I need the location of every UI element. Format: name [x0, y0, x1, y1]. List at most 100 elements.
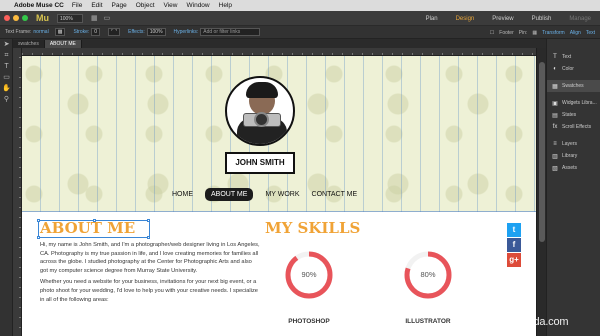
twitter-icon[interactable]: t — [507, 223, 521, 237]
nav-home[interactable]: HOME — [172, 191, 193, 198]
opacity-field[interactable]: 100% — [146, 28, 166, 36]
mode-publish[interactable]: Publish — [523, 16, 561, 22]
layout-icon[interactable]: ▭ — [104, 14, 111, 22]
about-heading[interactable]: ABOUT ME — [40, 219, 135, 237]
tab-swatches[interactable]: swatches — [13, 40, 45, 48]
resize-handle[interactable] — [147, 219, 150, 222]
corner-radius-field[interactable]: ⌜ ⌝ — [108, 28, 121, 36]
tab-about-me[interactable]: ABOUT ME — [44, 40, 82, 48]
profile-photo[interactable] — [225, 76, 295, 146]
vertical-ruler[interactable] — [13, 48, 22, 336]
close-window-button[interactable] — [4, 15, 10, 21]
app-bar: Mu 100% ▦ ▭ Plan Design Preview Publish … — [0, 11, 600, 26]
text-tool-icon[interactable]: T — [0, 61, 13, 72]
maximize-window-button[interactable] — [22, 15, 28, 21]
header-section: JOHN SMITH HOME ABOUT ME MY WORK CONTACT… — [22, 56, 536, 211]
menu-page[interactable]: Page — [112, 2, 127, 9]
minimize-window-button[interactable] — [13, 15, 19, 21]
align-link[interactable]: Align — [570, 30, 581, 36]
panel-scroll-effects[interactable]: fx Scroll Effects — [547, 121, 600, 133]
text-frame-label: Text Frame: — [5, 29, 32, 35]
social-links: t f g+ — [507, 223, 522, 268]
panel-layers-label: Layers — [562, 141, 578, 147]
panel-text[interactable]: T Text — [547, 51, 600, 63]
menu-window[interactable]: Window — [187, 2, 210, 9]
effects-label[interactable]: Effects: — [128, 29, 145, 35]
zoom-tool-icon[interactable]: ⚲ — [0, 94, 13, 105]
horizontal-ruler[interactable] — [22, 48, 536, 56]
menu-bar: Adobe Muse CC File Edit Page Object View… — [0, 0, 600, 11]
rectangle-tool-icon[interactable]: ▭ — [0, 72, 13, 83]
panel-assets[interactable]: ▧ Assets — [547, 162, 600, 174]
lynda-watermark: lynda.com — [520, 316, 569, 328]
resize-handle[interactable] — [147, 236, 150, 239]
skills-heading[interactable]: MY SKILLS — [265, 219, 360, 237]
illustrator-percent: 80% — [420, 270, 436, 279]
swatches-panel-icon: ▦ — [552, 83, 558, 90]
tools-panel: ➤ ⌗ T ▭ ✋ ⚲ — [0, 39, 13, 336]
grid-icon[interactable]: ▦ — [91, 14, 98, 22]
mode-manage[interactable]: Manage — [560, 16, 600, 22]
site-name-box[interactable]: JOHN SMITH — [225, 152, 295, 174]
panel-layers[interactable]: ≡ Layers — [547, 138, 600, 150]
stroke-label[interactable]: Stroke: — [73, 29, 89, 35]
google-plus-icon[interactable]: g+ — [507, 253, 521, 267]
menu-view[interactable]: View — [164, 2, 178, 9]
panel-library-label: Library — [562, 153, 578, 159]
text-panel-icon: T — [553, 54, 557, 60]
assets-panel-icon: ▧ — [552, 165, 558, 172]
photo-hair — [246, 82, 278, 98]
selection-tool-icon[interactable]: ➤ — [0, 39, 13, 50]
panel-assets-label: Assets — [562, 165, 578, 171]
muse-logo: Mu — [36, 13, 49, 23]
scrollbar-thumb[interactable] — [539, 62, 545, 242]
footer-checkbox[interactable]: ☐ — [490, 30, 494, 36]
fill-swatch[interactable]: ▩ — [54, 28, 66, 36]
about-body[interactable]: Hi, my name is John Smith, and I'm a pho… — [40, 241, 260, 307]
vertical-scrollbar[interactable] — [536, 48, 546, 336]
nav-contact-me[interactable]: CONTACT ME — [312, 191, 358, 198]
states-panel-icon: ▤ — [552, 112, 558, 119]
panel-text-label: Text — [562, 54, 572, 60]
photoshop-gauge: 90% — [283, 249, 335, 301]
facebook-icon[interactable]: f — [507, 238, 521, 252]
mode-preview[interactable]: Preview — [483, 16, 522, 22]
mode-design[interactable]: Design — [447, 16, 484, 22]
nav-my-work[interactable]: MY WORK — [265, 191, 299, 198]
panel-library[interactable]: ▥ Library — [547, 150, 600, 162]
panel-states-label: States — [562, 112, 577, 118]
text-link[interactable]: Text — [586, 30, 595, 36]
menu-edit[interactable]: Edit — [91, 2, 102, 9]
layers-panel-icon: ≡ — [553, 141, 557, 147]
illustrator-gauge: 80% — [402, 249, 454, 301]
transform-link[interactable]: Transform — [542, 30, 565, 36]
document-tabs: swatches ABOUT ME — [13, 39, 546, 48]
panel-color[interactable]: ◐ Color — [547, 63, 600, 75]
site-navigation: HOME ABOUT ME MY WORK CONTACT ME — [172, 188, 357, 201]
mode-plan[interactable]: Plan — [417, 16, 447, 22]
panel-widgets-label: Widgets Libra... — [562, 100, 597, 106]
menu-app-name[interactable]: Adobe Muse CC — [14, 2, 64, 9]
app-toolbar-icons: ▦ ▭ — [91, 14, 110, 22]
menu-object[interactable]: Object — [136, 2, 155, 9]
panel-widgets-library[interactable]: ▣ Widgets Libra... — [547, 97, 600, 109]
nav-about-me[interactable]: ABOUT ME — [205, 188, 254, 201]
hyperlinks-label[interactable]: Hyperlinks: — [174, 29, 199, 35]
hand-tool-icon[interactable]: ✋ — [0, 83, 13, 94]
zoom-select[interactable]: 100% — [57, 13, 83, 23]
text-frame-style[interactable]: normal — [33, 29, 48, 35]
crop-tool-icon[interactable]: ⌗ — [0, 50, 13, 61]
stroke-width-field[interactable]: 0 — [91, 28, 101, 36]
menu-help[interactable]: Help — [219, 2, 232, 9]
pin-label: Pin: — [518, 29, 528, 36]
panel-swatches[interactable]: ▦ Swatches — [547, 80, 600, 92]
mode-switcher: Plan Design Preview Publish Manage — [417, 11, 600, 26]
design-canvas[interactable]: JOHN SMITH HOME ABOUT ME MY WORK CONTACT… — [22, 56, 536, 336]
hyperlinks-field[interactable]: Add or filter links — [200, 28, 261, 36]
pin-grid-icon[interactable]: ▦ — [532, 30, 537, 36]
camera-lens — [254, 112, 269, 127]
control-bar-right: ☐ Footer Pin: ▦ Transform Align Text — [490, 26, 595, 39]
right-panel-dock: T Text ◐ Color ▦ Swatches ▣ Widgets Libr… — [546, 39, 600, 336]
panel-states[interactable]: ▤ States — [547, 109, 600, 121]
menu-file[interactable]: File — [72, 2, 82, 9]
